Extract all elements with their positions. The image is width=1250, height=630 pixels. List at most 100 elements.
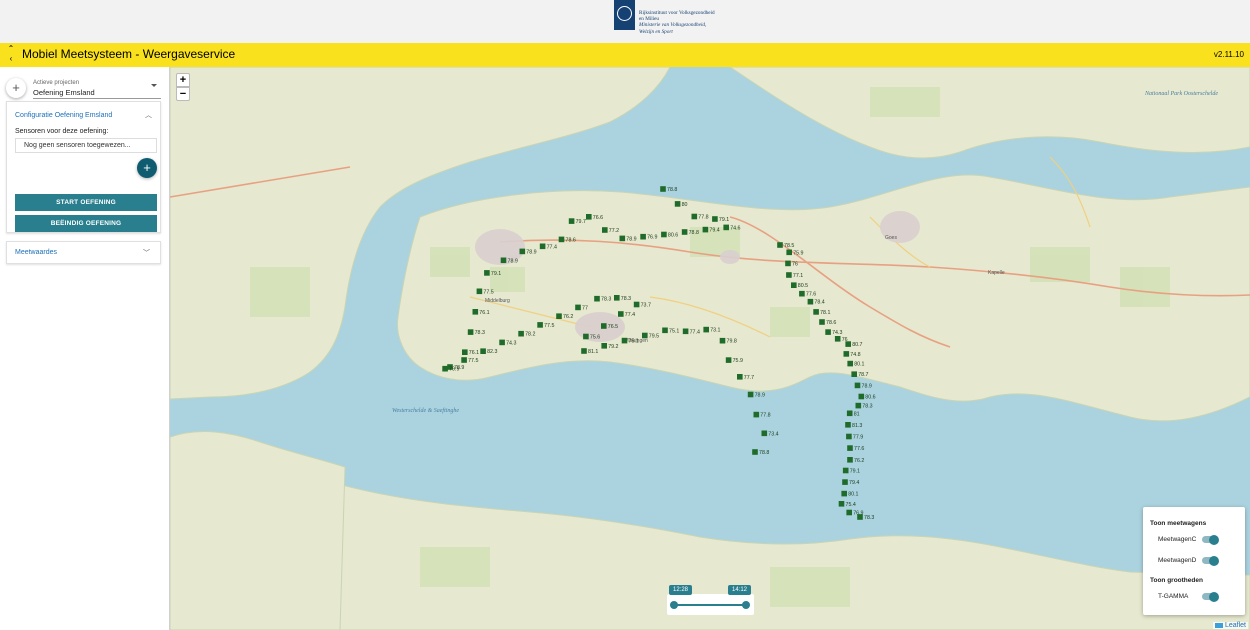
measurement-marker[interactable] bbox=[619, 235, 626, 242]
t-gamma-toggle[interactable] bbox=[1202, 591, 1219, 602]
measurement-marker[interactable] bbox=[845, 341, 851, 347]
end-exercise-button[interactable]: BEËINDIG OEFENING bbox=[15, 215, 157, 232]
measurement-marker[interactable] bbox=[786, 272, 792, 278]
measurement-marker[interactable] bbox=[682, 328, 689, 335]
measurement-marker[interactable] bbox=[854, 382, 861, 389]
measurement-marker[interactable] bbox=[602, 227, 608, 233]
measurement-marker[interactable] bbox=[846, 410, 853, 417]
measurement-marker[interactable] bbox=[834, 336, 841, 342]
measurement-marker[interactable] bbox=[568, 218, 575, 224]
measurement-marker[interactable] bbox=[725, 357, 732, 363]
measurement-marker[interactable] bbox=[819, 319, 825, 325]
map-attribution[interactable]: Leaflet bbox=[1212, 622, 1248, 629]
measurement-marker[interactable] bbox=[462, 349, 468, 355]
measurement-marker[interactable] bbox=[681, 229, 688, 235]
add-sensor-button[interactable]: + bbox=[137, 158, 157, 178]
measurement-marker[interactable] bbox=[813, 309, 819, 315]
measurement-marker[interactable] bbox=[621, 337, 628, 344]
measurement-marker[interactable] bbox=[785, 260, 791, 267]
measurement-marker[interactable] bbox=[857, 514, 863, 520]
measurement-marker[interactable] bbox=[575, 304, 581, 311]
measurement-marker[interactable] bbox=[660, 186, 666, 192]
measurements-panel-title[interactable]: Meetwaardes bbox=[15, 249, 57, 256]
measurement-marker[interactable] bbox=[847, 445, 853, 451]
measurement-marker[interactable] bbox=[484, 270, 490, 276]
vehicle-c-toggle[interactable] bbox=[1202, 534, 1219, 545]
measurement-marker[interactable] bbox=[640, 233, 646, 240]
measurement-marker[interactable] bbox=[845, 422, 851, 428]
measurement-marker[interactable] bbox=[519, 248, 526, 255]
measurement-marker[interactable] bbox=[712, 216, 718, 222]
measurement-marker[interactable] bbox=[499, 339, 505, 346]
project-select[interactable]: Oefening Emsland bbox=[33, 88, 95, 97]
measurement-marker[interactable] bbox=[662, 327, 668, 334]
add-project-button[interactable]: + bbox=[6, 78, 26, 98]
measurement-marker[interactable] bbox=[841, 490, 847, 497]
slider-start-handle[interactable] bbox=[670, 601, 678, 609]
measurement-marker[interactable] bbox=[472, 309, 479, 315]
measurement-marker[interactable] bbox=[855, 402, 862, 409]
measurement-marker[interactable] bbox=[777, 242, 783, 248]
slider-track[interactable] bbox=[673, 604, 745, 606]
measurement-marker[interactable] bbox=[480, 348, 486, 354]
slider-end-handle[interactable] bbox=[742, 601, 750, 609]
map[interactable]: Middelburg Vlissingen Goes Kapelle Natio… bbox=[170, 67, 1250, 630]
measurement-marker[interactable] bbox=[851, 371, 857, 377]
measurement-marker[interactable] bbox=[846, 509, 852, 516]
measurement-marker[interactable] bbox=[461, 357, 467, 363]
measurement-marker[interactable] bbox=[843, 351, 850, 357]
measurement-marker[interactable] bbox=[633, 301, 640, 308]
chevron-up-icon[interactable]: ︿ bbox=[145, 110, 152, 120]
measurement-marker[interactable] bbox=[825, 329, 831, 335]
measurement-marker[interactable] bbox=[719, 337, 726, 344]
measurement-marker[interactable] bbox=[442, 365, 448, 372]
map-canvas[interactable]: Middelburg Vlissingen Goes Kapelle Natio… bbox=[170, 67, 1250, 630]
measurement-marker[interactable] bbox=[556, 313, 562, 319]
measurement-marker[interactable] bbox=[791, 282, 797, 288]
zoom-out-button[interactable]: − bbox=[176, 87, 190, 101]
measurement-marker[interactable] bbox=[799, 290, 805, 297]
measurement-marker[interactable] bbox=[539, 243, 546, 250]
measurement-marker[interactable] bbox=[476, 288, 483, 295]
measurement-marker[interactable] bbox=[807, 298, 814, 305]
measurement-marker[interactable] bbox=[847, 360, 853, 367]
measurement-marker[interactable] bbox=[642, 332, 648, 339]
measurements-panel[interactable]: Meetwaardes ﹀ bbox=[6, 241, 161, 264]
measurement-marker[interactable] bbox=[594, 295, 600, 302]
measurement-marker[interactable] bbox=[858, 393, 865, 400]
measurement-marker[interactable] bbox=[583, 333, 589, 340]
measurement-marker[interactable] bbox=[842, 467, 849, 474]
measurement-marker[interactable] bbox=[674, 201, 681, 207]
measurement-marker[interactable] bbox=[838, 501, 845, 507]
measurement-marker[interactable] bbox=[537, 322, 543, 328]
measurement-marker[interactable] bbox=[558, 236, 565, 243]
measurement-marker[interactable] bbox=[702, 226, 709, 233]
measurement-marker[interactable] bbox=[586, 214, 592, 220]
measurement-marker[interactable] bbox=[846, 433, 852, 440]
measurement-marker[interactable] bbox=[581, 348, 587, 354]
chevron-down-icon[interactable]: ﹀ bbox=[143, 248, 150, 258]
measurement-marker[interactable] bbox=[747, 391, 754, 398]
measurement-marker[interactable] bbox=[601, 323, 607, 329]
measurement-marker[interactable] bbox=[752, 449, 758, 455]
collapse-toggle[interactable]: ⌃ ‹ bbox=[6, 44, 16, 64]
zoom-in-button[interactable]: + bbox=[176, 73, 190, 87]
measurement-marker[interactable] bbox=[661, 231, 667, 238]
measurement-marker[interactable] bbox=[786, 249, 792, 256]
measurement-marker[interactable] bbox=[737, 374, 743, 380]
measurement-marker[interactable] bbox=[842, 479, 848, 485]
measurement-marker[interactable] bbox=[723, 224, 729, 231]
measurement-marker[interactable] bbox=[518, 330, 524, 337]
measurement-marker[interactable] bbox=[847, 457, 853, 463]
measurement-marker[interactable] bbox=[500, 257, 507, 264]
dropdown-caret-icon[interactable] bbox=[151, 84, 157, 87]
measurement-marker[interactable] bbox=[618, 311, 624, 317]
measurement-marker[interactable] bbox=[753, 411, 760, 418]
measurement-marker[interactable] bbox=[691, 213, 698, 220]
start-exercise-button[interactable]: START OEFENING bbox=[15, 194, 157, 211]
measurement-marker[interactable] bbox=[761, 430, 768, 437]
measurement-marker[interactable] bbox=[601, 343, 607, 349]
measurement-marker[interactable] bbox=[467, 329, 474, 335]
measurement-marker[interactable] bbox=[703, 326, 709, 333]
vehicle-d-toggle[interactable] bbox=[1202, 555, 1219, 566]
